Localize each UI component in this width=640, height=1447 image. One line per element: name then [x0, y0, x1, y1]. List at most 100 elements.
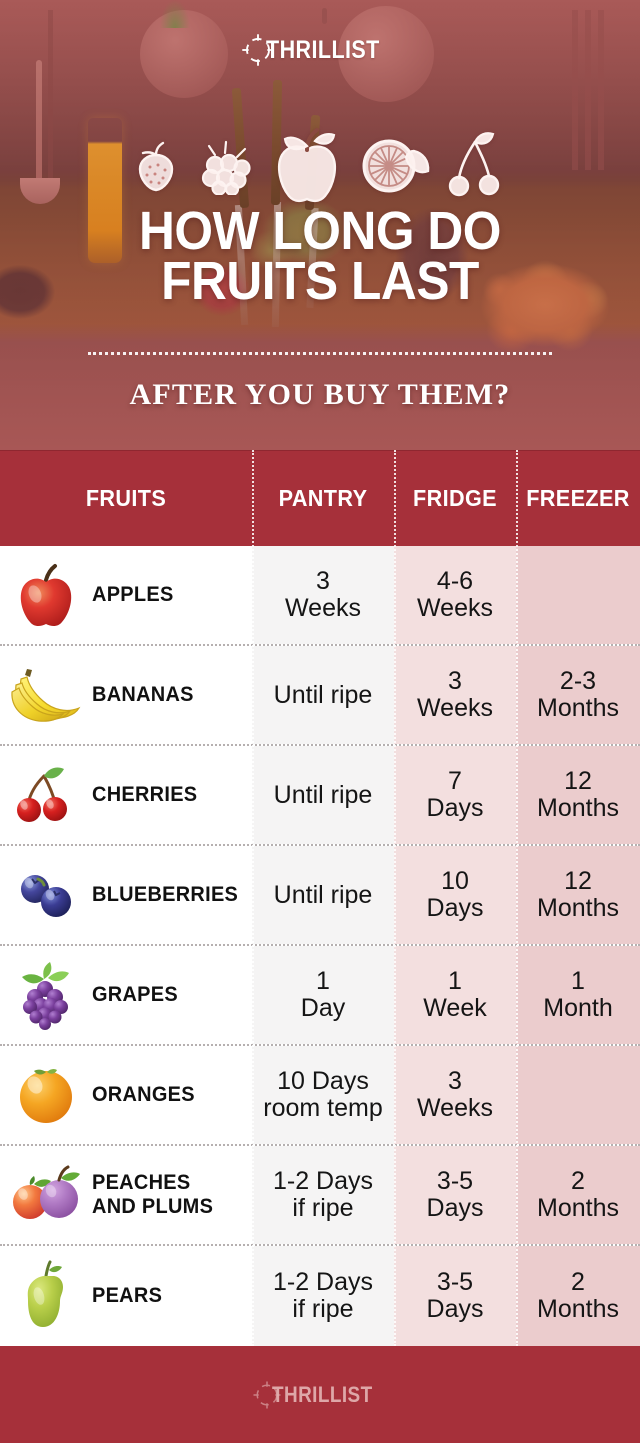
pear-icon — [0, 1260, 92, 1332]
fruit-storage-table: FRUITS PANTRY FRIDGE FREEZER APPLES 3 We… — [0, 450, 640, 1346]
table-row: PEARS 1-2 Days if ripe 3-5 Days 2 Months — [0, 1246, 640, 1346]
value-secondary: Weeks — [285, 595, 361, 622]
freezer-cell: 2 Months — [516, 1146, 640, 1244]
blueberries-icon — [0, 867, 92, 923]
value-secondary: Months — [537, 1195, 619, 1222]
fruit-cell: ORANGES — [0, 1046, 252, 1144]
value-primary: 12 — [537, 768, 619, 795]
strawberry-outline-icon — [133, 139, 179, 193]
apple-icon — [0, 562, 92, 628]
bananas-icon — [0, 665, 92, 725]
value-secondary: Days — [427, 1195, 484, 1222]
fridge-cell: 3 Weeks — [394, 646, 516, 744]
table-row: PEACHESAND PLUMS 1-2 Days if ripe 3-5 Da… — [0, 1146, 640, 1246]
title-divider — [88, 352, 552, 355]
freezer-cell — [516, 546, 640, 644]
value-primary: 3 — [417, 1068, 493, 1095]
apple-outline-icon — [269, 126, 345, 206]
value-primary: 12 — [537, 868, 619, 895]
pantry-cell: 10 Days room temp — [252, 1046, 394, 1144]
table-row: APPLES 3 Weeks 4-6 Weeks — [0, 546, 640, 646]
fridge-cell: 3 Weeks — [394, 1046, 516, 1144]
grapes-icon — [0, 959, 92, 1031]
value-primary: Until ripe — [274, 882, 373, 909]
thrillist-logo-footer: THRILLIST — [252, 1380, 389, 1410]
hero-title-line-2: FRUITS LAST — [26, 257, 615, 307]
pantry-cell: 3 Weeks — [252, 546, 394, 644]
value-primary: 3 — [417, 668, 493, 695]
cherries-icon — [0, 764, 92, 826]
table-row: GRAPES 1 Day 1 Week 1 Month — [0, 946, 640, 1046]
fruit-name-label: BLUEBERRIES — [92, 883, 238, 907]
value-primary: 2 — [537, 1269, 619, 1296]
fruit-cell: PEARS — [0, 1246, 252, 1346]
hanging-plant — [160, 0, 190, 28]
fruit-cell: APPLES — [0, 546, 252, 644]
value-primary: 2 — [537, 1168, 619, 1195]
value-primary: 1 — [423, 968, 486, 995]
fruit-name-label: CHERRIES — [92, 783, 197, 807]
hero-fruit-icon-row — [0, 126, 640, 206]
peach-plum-icon — [0, 1164, 92, 1226]
value-primary: 7 — [427, 768, 484, 795]
value-primary: Until ripe — [274, 682, 373, 709]
freezer-cell — [516, 1046, 640, 1144]
value-primary: 4-6 — [417, 568, 493, 595]
fruit-name-label: GRAPES — [92, 983, 178, 1007]
fruit-name-label: PEACHESAND PLUMS — [92, 1171, 213, 1218]
value-secondary: Day — [301, 995, 345, 1022]
fridge-cell: 3-5 Days — [394, 1246, 516, 1346]
fruit-cell: GRAPES — [0, 946, 252, 1044]
value-primary: Until ripe — [274, 782, 373, 809]
value-secondary: Months — [537, 895, 619, 922]
fridge-cell: 4-6 Weeks — [394, 546, 516, 644]
footer-bar: THRILLIST — [0, 1346, 640, 1443]
value-secondary: Week — [423, 995, 486, 1022]
table-row: BANANAS Until ripe 3 Weeks 2-3 Months — [0, 646, 640, 746]
fridge-cell: 3-5 Days — [394, 1146, 516, 1244]
table-header-row: FRUITS PANTRY FRIDGE FREEZER — [0, 450, 640, 546]
value-secondary: Months — [537, 795, 619, 822]
value-primary: 10 Days — [263, 1068, 382, 1095]
value-secondary: room temp — [263, 1095, 382, 1122]
freezer-cell: 2-3 Months — [516, 646, 640, 744]
hero-banner: THRILLIST — [0, 0, 640, 450]
pantry-cell: Until ripe — [252, 846, 394, 944]
pantry-cell: Until ripe — [252, 646, 394, 744]
column-header-fridge: FRIDGE — [398, 451, 513, 546]
freezer-cell: 12 Months — [516, 846, 640, 944]
column-header-freezer: FREEZER — [520, 451, 637, 546]
fruit-cell: BLUEBERRIES — [0, 846, 252, 944]
fruit-cell: CHERRIES — [0, 746, 252, 844]
value-secondary: Months — [537, 1296, 619, 1323]
value-secondary: Months — [537, 695, 619, 722]
fridge-cell: 10 Days — [394, 846, 516, 944]
column-header-pantry: PANTRY — [256, 451, 389, 546]
raspberry-outline-icon — [193, 137, 255, 195]
brand-wordmark: THRILLIST — [266, 36, 380, 65]
value-primary: 3-5 — [427, 1269, 484, 1296]
pantry-cell: 1 Day — [252, 946, 394, 1044]
value-secondary: Days — [427, 795, 484, 822]
citrus-slice-outline-icon — [359, 135, 431, 197]
fruit-name-label: BANANAS — [92, 683, 194, 707]
value-primary: 3 — [285, 568, 361, 595]
fridge-cell: 1 Week — [394, 946, 516, 1044]
thrillist-logo-header: THRILLIST — [0, 33, 640, 67]
value-secondary: Weeks — [417, 1095, 493, 1122]
pantry-cell: 1-2 Days if ripe — [252, 1146, 394, 1244]
brand-wordmark: THRILLIST — [272, 1382, 373, 1408]
table-body: APPLES 3 Weeks 4-6 Weeks — [0, 546, 640, 1346]
hero-subtitle: AFTER YOU BUY THEM? — [0, 378, 640, 412]
value-primary: 1 — [301, 968, 345, 995]
table-row: CHERRIES Until ripe 7 Days 12 Months — [0, 746, 640, 846]
column-header-fruits: FRUITS — [8, 451, 245, 546]
value-primary: 3-5 — [427, 1168, 484, 1195]
value-secondary: if ripe — [273, 1296, 373, 1323]
value-primary: 1-2 Days — [273, 1269, 373, 1296]
table-row: BLUEBERRIES Until ripe 10 Days 12 Months — [0, 846, 640, 946]
pantry-cell: Until ripe — [252, 746, 394, 844]
value-primary: 1-2 Days — [273, 1168, 373, 1195]
value-primary: 1 — [543, 968, 612, 995]
value-secondary: Weeks — [417, 595, 493, 622]
